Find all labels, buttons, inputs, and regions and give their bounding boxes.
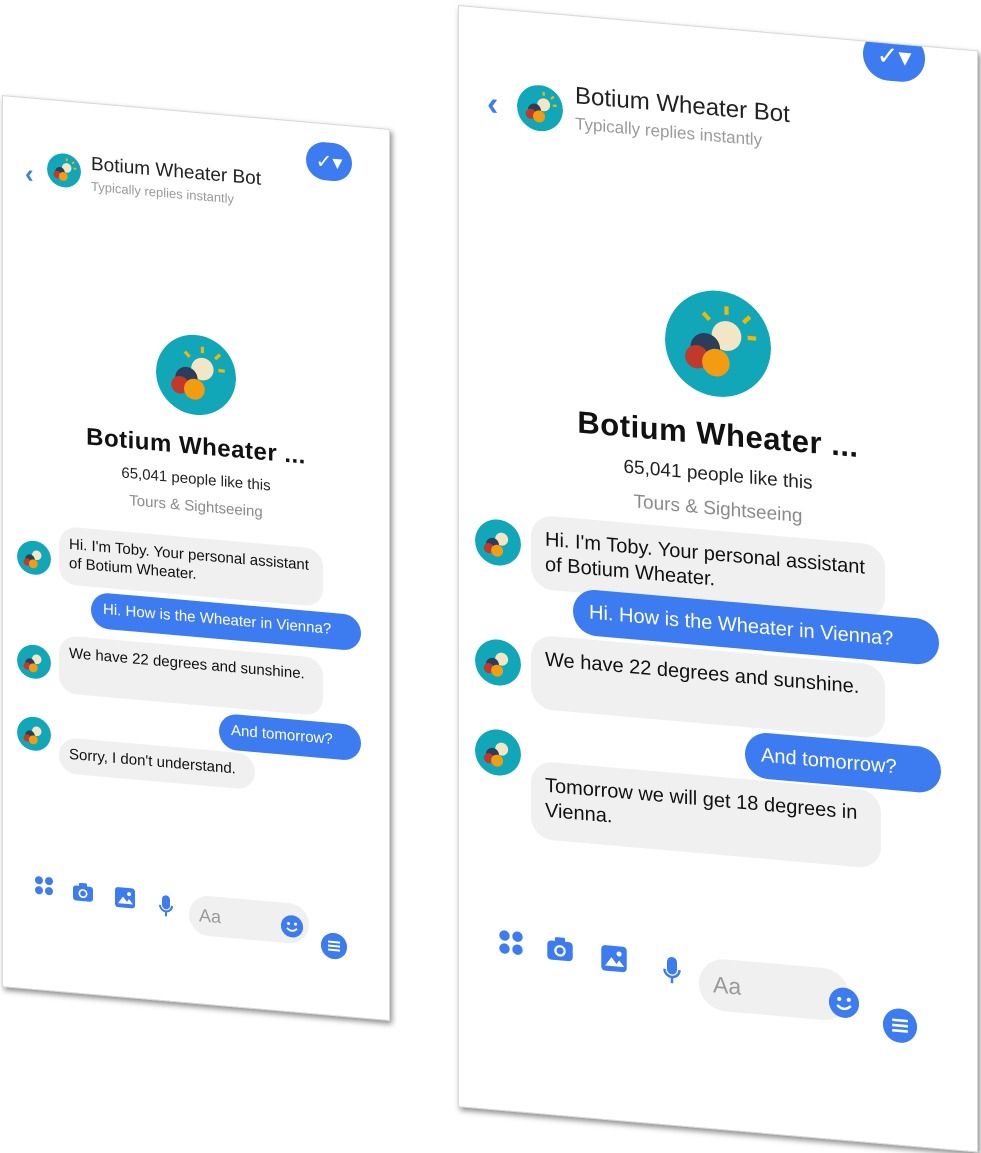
profile-avatar [156, 331, 236, 418]
phone-screen-left: ‹ Botium Wheater Bot Typically replies i… [2, 95, 390, 1021]
message-avatar [17, 643, 51, 680]
message-bubble-bot: We have 22 degrees and sunshine. [59, 635, 323, 716]
message-avatar [17, 715, 51, 752]
image-icon[interactable] [113, 886, 137, 910]
chevron-left-icon[interactable]: ‹ [25, 158, 34, 190]
bot-profile: Botium Wheater ... 65,041 people like th… [459, 268, 977, 543]
apps-grid-icon[interactable] [33, 874, 55, 898]
message-input-placeholder: Aa [199, 905, 221, 927]
bot-avatar [517, 83, 563, 133]
menu-icon[interactable] [883, 1007, 917, 1044]
message-avatar [475, 517, 521, 567]
bot-profile: Botium Wheater ... 65,041 people like th… [3, 318, 389, 532]
chat-header: ‹ Botium Wheater Bot Typically replies i… [459, 6, 977, 121]
microphone-icon[interactable] [157, 894, 175, 920]
emoji-icon[interactable] [281, 914, 303, 938]
check-dropdown-icon[interactable]: ✓▾ [306, 141, 352, 183]
message-avatar [17, 539, 51, 576]
message-input[interactable]: Aa [699, 957, 849, 1022]
message-avatar [475, 637, 521, 687]
microphone-icon[interactable] [661, 954, 683, 988]
menu-icon[interactable] [321, 932, 347, 960]
chat-header: ‹ Botium Wheater Bot Typically replies i… [3, 96, 389, 200]
apps-grid-icon[interactable] [497, 927, 525, 957]
check-dropdown-icon[interactable]: ✓▾ [863, 28, 925, 83]
camera-icon[interactable] [71, 880, 95, 904]
message-input-placeholder: Aa [713, 971, 741, 999]
phone-screen-right: ‹ Botium Wheater Bot Typically replies i… [458, 5, 978, 1152]
emoji-icon[interactable] [829, 986, 859, 1019]
camera-icon[interactable] [545, 934, 575, 965]
profile-avatar [665, 286, 771, 401]
image-icon[interactable] [599, 942, 629, 975]
message-avatar [475, 727, 521, 777]
bot-avatar [47, 152, 81, 189]
chevron-left-icon[interactable]: ‹ [487, 85, 498, 125]
